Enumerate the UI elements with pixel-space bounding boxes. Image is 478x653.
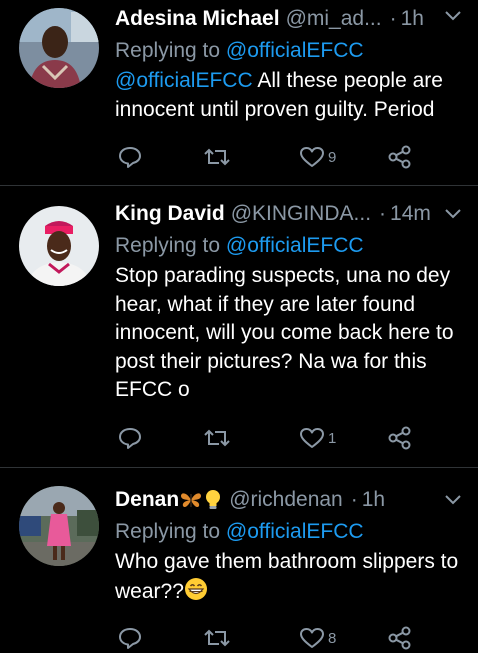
tweet-text: @officialEFCC All these people are innoc… <box>115 67 470 124</box>
like-icon <box>300 628 324 648</box>
reply-button[interactable] <box>117 623 143 653</box>
reply-icon <box>119 628 141 649</box>
like-icon <box>300 428 324 448</box>
like-button[interactable]: 8 <box>299 623 336 653</box>
author-name[interactable]: Adesina Michael <box>115 7 280 31</box>
share-button[interactable] <box>387 142 413 172</box>
avatar[interactable] <box>19 486 99 566</box>
like-count: 8 <box>328 629 337 647</box>
grinning-face-emoji-icon <box>184 577 207 600</box>
author-handle[interactable]: @mi_ad... <box>286 7 382 31</box>
retweet-icon <box>204 629 230 647</box>
replying-to-label: Replying to <box>115 234 221 257</box>
retweet-icon <box>204 429 230 447</box>
tweet[interactable]: Denan @richdenan · 1h Replying to @offic… <box>0 468 478 653</box>
chevron-down-icon[interactable] <box>442 4 464 26</box>
author-name[interactable]: Denan <box>115 488 179 512</box>
like-count: 9 <box>328 148 337 166</box>
tweet[interactable]: Adesina Michael @mi_ad... · 1h Replying … <box>0 0 478 186</box>
separator-dot: · <box>389 7 397 30</box>
replying-to: Replying to @officialEFCC <box>115 35 470 67</box>
replying-to: Replying to @officialEFCC <box>115 516 470 548</box>
reply-icon <box>119 147 141 168</box>
reply-button[interactable] <box>117 423 143 453</box>
avatar[interactable] <box>19 206 99 286</box>
like-button[interactable]: 9 <box>299 142 336 172</box>
separator-dot: · <box>350 488 358 511</box>
avatar[interactable] <box>19 8 99 88</box>
like-count: 1 <box>328 429 337 447</box>
butterfly-emoji-icon <box>181 493 202 508</box>
light-bulb-emoji-icon <box>206 490 221 509</box>
tweet-text: Who gave them bathroom slippers to wear?… <box>115 548 470 606</box>
timestamp[interactable]: 14m <box>390 202 431 226</box>
author-handle[interactable]: @richdenan <box>229 488 343 512</box>
reply-icon <box>119 428 141 449</box>
share-icon <box>388 426 411 450</box>
mention-link[interactable]: @officialEFCC <box>115 69 253 92</box>
author-handle[interactable]: @KINGINDA... <box>231 202 371 226</box>
timestamp[interactable]: 1h <box>362 488 385 512</box>
retweet-button[interactable] <box>203 142 231 172</box>
reply-button[interactable] <box>117 142 143 172</box>
share-icon <box>388 145 411 169</box>
replying-to-link[interactable]: @officialEFCC <box>226 520 364 543</box>
replying-to: Replying to @officialEFCC <box>115 230 470 262</box>
tweet[interactable]: King David @KINGINDA... · 14m Replying t… <box>0 186 478 468</box>
share-icon <box>388 626 411 650</box>
timestamp[interactable]: 1h <box>401 7 424 31</box>
replying-to-link[interactable]: @officialEFCC <box>226 234 364 257</box>
tweet-text-body: Who gave them bathroom slippers to wear?… <box>115 550 459 603</box>
like-icon <box>300 147 324 167</box>
retweet-button[interactable] <box>203 623 231 653</box>
replying-to-label: Replying to <box>115 520 221 543</box>
replying-to-label: Replying to <box>115 39 221 62</box>
chevron-down-icon[interactable] <box>442 488 464 510</box>
tweet-text: Stop parading suspects, una no dey hear,… <box>115 264 454 401</box>
retweet-icon <box>204 148 230 166</box>
share-button[interactable] <box>387 623 413 653</box>
author-name[interactable]: King David <box>115 202 225 226</box>
retweet-button[interactable] <box>203 423 231 453</box>
share-button[interactable] <box>387 423 413 453</box>
replying-to-link[interactable]: @officialEFCC <box>226 39 364 62</box>
chevron-down-icon[interactable] <box>442 202 464 224</box>
separator-dot: · <box>379 202 387 225</box>
like-button[interactable]: 1 <box>299 423 336 453</box>
